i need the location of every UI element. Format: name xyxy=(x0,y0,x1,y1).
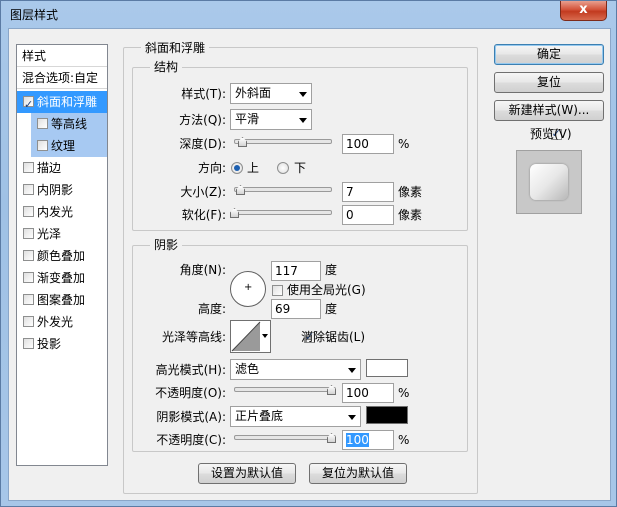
chevron-down-icon xyxy=(262,334,268,338)
inner-glow-checkbox[interactable] xyxy=(23,206,34,217)
depth-unit: % xyxy=(398,137,410,151)
angle-input[interactable]: 117 xyxy=(271,261,321,281)
styles-header[interactable]: 样式 xyxy=(17,45,107,67)
style-item-inner-glow[interactable]: 内发光 xyxy=(17,201,107,223)
dialog-body: 样式 混合选项:自定 斜面和浮雕 等高线 纹理 描边 内阴影 内发光 光泽 颜色… xyxy=(8,28,611,501)
structure-title: 结构 xyxy=(150,60,183,74)
style-item-bevel-emboss[interactable]: 斜面和浮雕 xyxy=(17,91,107,116)
method-select[interactable]: 平滑 xyxy=(230,109,312,130)
texture-checkbox[interactable] xyxy=(37,140,48,151)
shadow-opacity-label: 不透明度(C): xyxy=(156,433,226,447)
shading-title: 阴影 xyxy=(150,238,183,252)
style-item-satin[interactable]: 光泽 xyxy=(17,223,107,245)
size-input[interactable]: 7 xyxy=(342,182,394,202)
soften-label: 软化(F): xyxy=(181,208,226,222)
window-title: 图层样式 xyxy=(10,8,59,22)
highlight-color-swatch[interactable] xyxy=(366,359,408,377)
depth-input[interactable]: 100 xyxy=(342,134,394,154)
method-label: 方法(Q): xyxy=(179,113,226,127)
size-unit: 像素 xyxy=(398,185,423,199)
bevel-checkbox[interactable] xyxy=(23,94,34,116)
direction-up-label[interactable]: 上 xyxy=(247,160,259,176)
highlight-opacity-track[interactable] xyxy=(234,387,336,392)
depth-label: 深度(D): xyxy=(179,137,226,151)
angle-label: 角度(N): xyxy=(179,263,226,277)
angle-unit: 度 xyxy=(325,263,338,277)
soften-unit: 像素 xyxy=(398,208,423,222)
close-icon: x xyxy=(579,2,588,17)
blend-options-item[interactable]: 混合选项:自定 xyxy=(17,67,107,89)
new-style-button[interactable]: 新建样式(W)... xyxy=(494,100,604,121)
reset-button[interactable]: 复位 xyxy=(494,72,604,93)
style-item-inner-shadow[interactable]: 内阴影 xyxy=(17,179,107,201)
altitude-unit: 度 xyxy=(325,302,338,316)
style-select[interactable]: 外斜面 xyxy=(230,83,312,104)
size-slider-track[interactable] xyxy=(234,187,332,192)
contour-checkbox[interactable] xyxy=(37,118,48,129)
shadow-mode-label: 阴影模式(A): xyxy=(156,410,226,424)
crosshair-icon: + xyxy=(244,282,253,293)
highlight-opacity-unit: % xyxy=(398,386,410,400)
style-item-gradient-overlay[interactable]: 渐变叠加 xyxy=(17,267,107,289)
chevron-down-icon xyxy=(348,368,356,373)
direction-up-radio[interactable] xyxy=(231,162,243,174)
shadow-opacity-unit: % xyxy=(398,433,410,447)
drop-shadow-checkbox[interactable] xyxy=(23,338,34,349)
reset-default-button[interactable]: 复位为默认值 xyxy=(309,463,407,484)
style-item-contour[interactable]: 等高线 xyxy=(31,113,107,135)
make-default-button[interactable]: 设置为默认值 xyxy=(198,463,296,484)
chevron-down-icon xyxy=(299,118,307,123)
highlight-opacity-label: 不透明度(O): xyxy=(155,386,226,400)
style-item-pattern-overlay[interactable]: 图案叠加 xyxy=(17,289,107,311)
shadow-opacity-input[interactable]: 100 xyxy=(342,430,394,450)
highlight-mode-select[interactable]: 滤色 xyxy=(230,359,361,380)
style-item-outer-glow[interactable]: 外发光 xyxy=(17,311,107,333)
depth-slider-track[interactable] xyxy=(234,139,332,144)
shadow-opacity-track[interactable] xyxy=(234,435,336,440)
shadow-color-swatch[interactable] xyxy=(366,406,408,424)
shadow-mode-select[interactable]: 正片叠底 xyxy=(230,406,361,427)
style-item-texture[interactable]: 纹理 xyxy=(31,135,107,157)
direction-label: 方向: xyxy=(197,161,226,175)
style-item-drop-shadow[interactable]: 投影 xyxy=(17,333,107,355)
stroke-checkbox[interactable] xyxy=(23,162,34,173)
size-label: 大小(Z): xyxy=(180,185,226,199)
color-overlay-checkbox[interactable] xyxy=(23,250,34,261)
angle-dial[interactable]: + xyxy=(230,271,266,307)
soften-input[interactable]: 0 xyxy=(342,205,394,225)
ok-button[interactable]: 确定 xyxy=(494,44,604,65)
styles-list: 样式 混合选项:自定 斜面和浮雕 等高线 纹理 描边 内阴影 内发光 光泽 颜色… xyxy=(16,44,108,466)
direction-down-label[interactable]: 下 xyxy=(294,160,306,176)
antialias-label[interactable]: 消除锯齿(L) xyxy=(301,329,365,345)
gloss-contour-picker[interactable] xyxy=(230,320,271,353)
layer-style-dialog: 图层样式 x 样式 混合选项:自定 斜面和浮雕 等高线 纹理 描边 内阴影 内发… xyxy=(0,0,617,507)
gradient-overlay-checkbox[interactable] xyxy=(23,272,34,283)
highlight-mode-label: 高光模式(H): xyxy=(155,363,226,377)
global-light-label[interactable]: 使用全局光(G) xyxy=(287,282,366,298)
style-item-stroke[interactable]: 描边 xyxy=(17,157,107,179)
chevron-down-icon xyxy=(299,92,307,97)
preview-label[interactable]: 预览(V) xyxy=(530,126,572,142)
gloss-contour-label: 光泽等高线: xyxy=(161,330,226,344)
altitude-input[interactable]: 69 xyxy=(271,299,321,319)
preview-swatch xyxy=(530,164,568,200)
soften-slider-track[interactable] xyxy=(234,210,332,215)
satin-checkbox[interactable] xyxy=(23,228,34,239)
contour-preview-icon xyxy=(231,321,261,352)
style-item-color-overlay[interactable]: 颜色叠加 xyxy=(17,245,107,267)
highlight-opacity-input[interactable]: 100 xyxy=(342,383,394,403)
outer-glow-checkbox[interactable] xyxy=(23,316,34,327)
close-button[interactable]: x xyxy=(560,1,607,21)
chevron-down-icon xyxy=(348,415,356,420)
global-light-checkbox[interactable] xyxy=(272,285,283,296)
altitude-label: 高度: xyxy=(197,302,226,316)
pattern-overlay-checkbox[interactable] xyxy=(23,294,34,305)
inner-shadow-checkbox[interactable] xyxy=(23,184,34,195)
bevel-emboss-title: 斜面和浮雕 xyxy=(141,41,210,55)
direction-down-radio[interactable] xyxy=(277,162,289,174)
style-label: 样式(T): xyxy=(181,87,226,101)
style-preview xyxy=(516,150,582,214)
title-bar: 图层样式 x xyxy=(1,1,616,27)
